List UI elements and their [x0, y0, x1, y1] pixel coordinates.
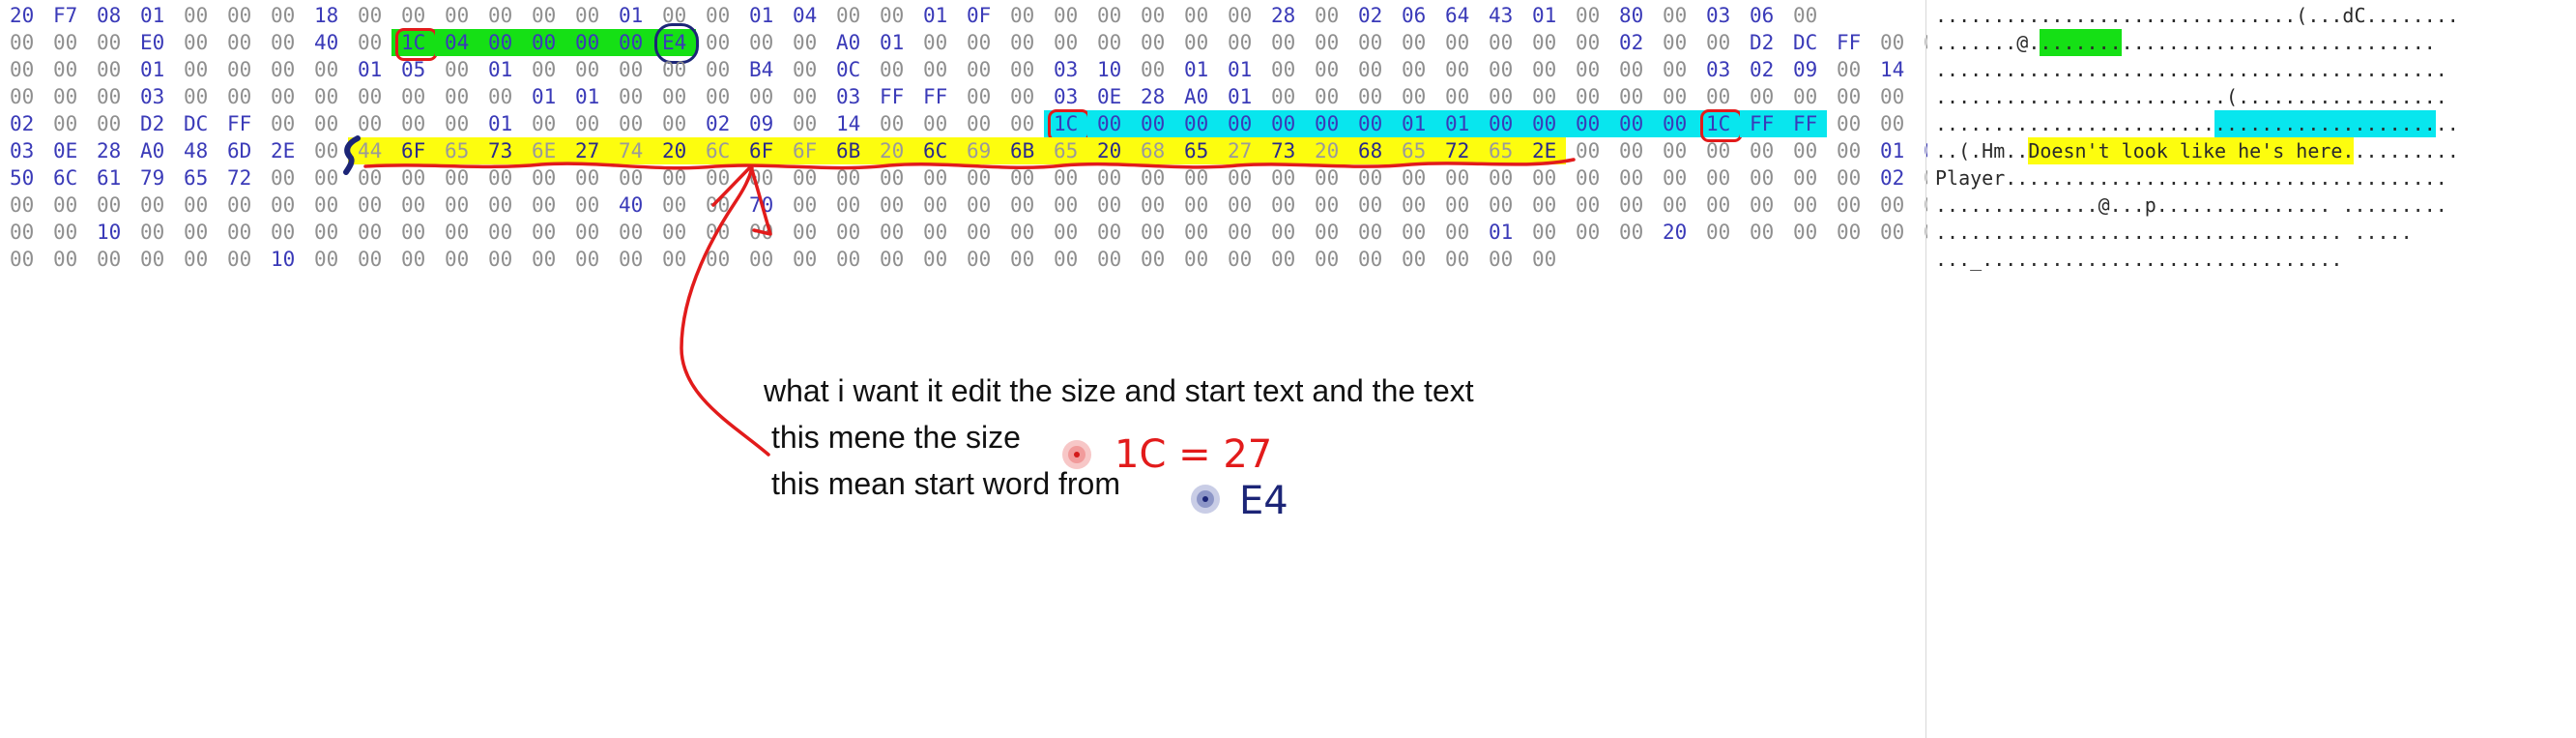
- red-dot-core: [1074, 452, 1080, 458]
- ink-overlay: 1C = 27 E4: [343, 135, 1576, 523]
- red-arrow-ink: [680, 166, 770, 457]
- size-value-ink: 1C = 27: [1114, 432, 1272, 477]
- navy-dot-core: [1202, 496, 1208, 502]
- start-value-ink: E4: [1239, 479, 1288, 523]
- navy-bracket-ink: [343, 135, 361, 175]
- red-underline-ink: [363, 158, 1576, 170]
